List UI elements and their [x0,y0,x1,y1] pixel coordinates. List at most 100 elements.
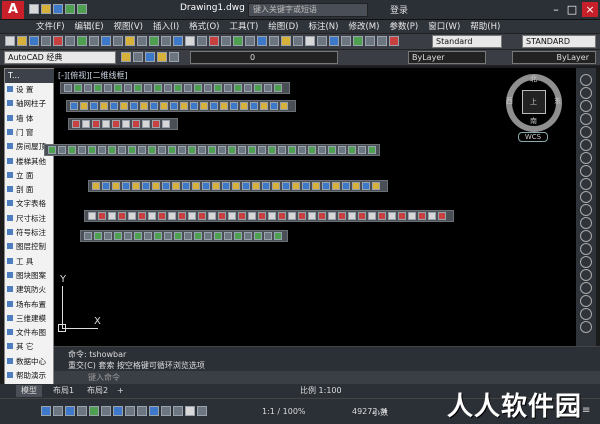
toolbar-tool-icon[interactable] [150,102,158,110]
toolbar-tool-icon[interactable] [428,212,436,220]
toolbar-tool-icon[interactable] [224,232,232,240]
toolbar-tool-icon[interactable] [70,102,78,110]
toolbar-tool-icon[interactable] [152,182,160,190]
add-layout-icon[interactable]: + [112,385,129,397]
toolbar-tool-icon[interactable] [250,102,258,110]
toolbar-tool-icon[interactable] [120,102,128,110]
toolbar-tool-icon[interactable] [82,120,90,128]
menu-item[interactable]: 参数(P) [389,20,418,34]
menu-item[interactable]: 文件(F) [36,20,65,34]
drawing-canvas[interactable]: [-][俯视][二维线框] 上 北 南 东 西 WCS Y X [44,68,576,346]
standard-tools[interactable] [4,36,400,47]
toolbar-tool-icon[interactable] [338,212,346,220]
palette-item[interactable]: 三维建模 [7,314,53,324]
toolbar-tool-icon[interactable] [224,84,232,92]
viewcube-east[interactable]: 东 [554,96,561,106]
floating-toolbar-1[interactable] [60,82,290,94]
toolbar-tool-icon[interactable] [200,102,208,110]
toolbar-tool-icon[interactable] [368,146,376,154]
toolbar-tool-icon[interactable] [154,84,162,92]
app-logo-button[interactable]: A [2,1,24,19]
toolbar-tool-icon[interactable] [114,232,122,240]
toolbar-tool-icon[interactable] [90,102,98,110]
toolbar-tool-icon[interactable] [198,212,206,220]
toolbar-tool-icon[interactable] [318,146,326,154]
viewcube-north[interactable]: 北 [530,74,537,84]
toolbar-tool-icon[interactable] [84,84,92,92]
toolbar-tool-icon[interactable] [198,146,206,154]
viewport-label[interactable]: [-][俯视][二维线框] [58,70,128,81]
toolbar-tool-icon[interactable] [252,182,260,190]
viewcube-south[interactable]: 南 [530,116,537,126]
toolbar-tool-icon[interactable] [160,102,168,110]
toolbar-tool-icon[interactable] [152,120,160,128]
toolbar-tool-icon[interactable] [218,212,226,220]
floating-toolbar-4[interactable] [44,144,380,156]
nav-tool-icon[interactable] [580,178,592,190]
toolbar-tool-icon[interactable] [262,182,270,190]
toolbar-tool-icon[interactable] [72,120,80,128]
toolbar-tool-icon[interactable] [230,102,238,110]
status-toggles[interactable] [40,406,208,417]
toolbar-tool-icon[interactable] [312,182,320,190]
toolbar-tool-icon[interactable] [248,146,256,154]
nav-tool-icon[interactable] [580,308,592,320]
nav-tool-icon[interactable] [580,165,592,177]
palette-item[interactable]: 其 它 [7,342,53,352]
toolbar-tool-icon[interactable] [234,232,242,240]
nav-tool-icon[interactable] [580,230,592,242]
toolbar-tool-icon[interactable] [214,232,222,240]
toolbar-tool-icon[interactable] [104,84,112,92]
toolbar-tool-icon[interactable] [348,146,356,154]
login-button[interactable]: 登录 [390,3,408,16]
toolbar-tool-icon[interactable] [204,84,212,92]
toolbar-tool-icon[interactable] [418,212,426,220]
toolbar-tool-icon[interactable] [260,102,268,110]
toolbar-tool-icon[interactable] [242,182,250,190]
menu-item[interactable]: 视图(V) [114,20,143,34]
nav-tool-icon[interactable] [580,139,592,151]
toolbar-tool-icon[interactable] [92,120,100,128]
toolbar-tool-icon[interactable] [288,212,296,220]
toolbar-tool-icon[interactable] [118,212,126,220]
menu-item[interactable]: 编辑(E) [75,20,104,34]
nav-tool-icon[interactable] [580,87,592,99]
toolbar-tool-icon[interactable] [264,232,272,240]
undo-icon[interactable] [65,4,75,14]
palette-item[interactable]: 图块图案 [7,271,53,281]
toolbar-tool-icon[interactable] [188,212,196,220]
toolbar-tool-icon[interactable] [274,84,282,92]
toolbar-tool-icon[interactable] [88,146,96,154]
toolbar-tool-icon[interactable] [94,84,102,92]
menu-item[interactable]: 修改(M) [348,20,379,34]
toolbar-tool-icon[interactable] [94,232,102,240]
toolbar-tool-icon[interactable] [108,212,116,220]
toolbar-tool-icon[interactable] [162,182,170,190]
quick-access-icons[interactable] [28,4,88,15]
toolbar-tool-icon[interactable] [248,212,256,220]
palette-item[interactable]: 文件布图 [7,328,53,338]
toolbar-tool-icon[interactable] [142,120,150,128]
toolbar-tool-icon[interactable] [218,146,226,154]
toolbar-tool-icon[interactable] [58,146,66,154]
toolbar-tool-icon[interactable] [228,146,236,154]
nav-tool-icon[interactable] [580,243,592,255]
toolbar-tool-icon[interactable] [182,182,190,190]
annotation-scale[interactable]: 1:1 / 100% [262,407,306,416]
palette-item[interactable]: 尺寸标注 [7,214,53,224]
palette-item[interactable]: 剖 面 [7,185,53,195]
toolbar-tool-icon[interactable] [270,102,278,110]
toolbar-tool-icon[interactable] [142,182,150,190]
toolbar-tool-icon[interactable] [102,182,110,190]
nav-tool-icon[interactable] [580,256,592,268]
toolbar-tool-icon[interactable] [138,146,146,154]
viewcube-west[interactable]: 西 [506,96,513,106]
toolbar-tool-icon[interactable] [98,146,106,154]
toolbar-tool-icon[interactable] [102,120,110,128]
tab-layout1[interactable]: 布局1 [48,385,79,397]
toolbar-tool-icon[interactable] [128,146,136,154]
minimize-icon[interactable]: – [548,2,564,17]
nav-tool-icon[interactable] [580,113,592,125]
toolbar-tool-icon[interactable] [244,232,252,240]
toolbar-tool-icon[interactable] [254,84,262,92]
